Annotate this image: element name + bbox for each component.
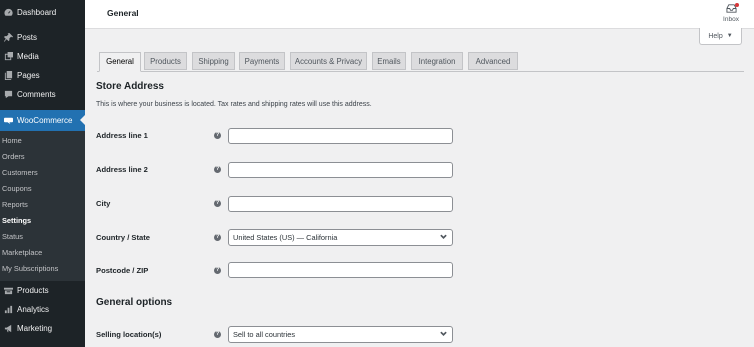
help-tip-icon[interactable]: ? [214,331,221,338]
sidebar-item-label: Media [17,52,39,61]
city-input[interactable] [228,196,453,212]
select-value: United States (US) — California [233,233,338,242]
caret-down-icon: ▼ [726,33,733,39]
label-country-state: Country / State [96,233,151,242]
submenu-item-my-subscriptions[interactable]: My Subscriptions [0,261,85,277]
submenu-item-coupons[interactable]: Coupons [0,181,85,197]
tab-shipping[interactable]: Shipping [192,52,235,70]
label-postcode-zip: Postcode / ZIP [96,266,149,275]
help-tip-icon[interactable]: ? [214,166,221,173]
chevron-down-icon [440,230,447,245]
postcode-zip-input[interactable] [228,262,453,278]
sidebar-item-label: WooCommerce [17,116,73,125]
submenu-item-customers[interactable]: Customers [0,165,85,181]
label-selling-locations: Selling location(s) [96,330,162,339]
help-tip-icon[interactable]: ? [214,132,221,139]
help-tip-icon[interactable]: ? [214,200,221,207]
analytics-icon [3,305,13,315]
page-header: General Inbox [85,0,754,29]
sidebar-item-dashboard[interactable]: Dashboard [0,3,85,22]
sidebar-item-label: Dashboard [17,8,57,17]
tab-general[interactable]: General [99,52,141,72]
help-tip-icon[interactable]: ? [214,267,221,274]
woocommerce-icon [3,116,13,126]
tab-payments[interactable]: Payments [239,52,285,70]
tab-emails[interactable]: Emails [372,52,406,70]
section-title-general-options: General options [96,297,173,308]
sidebar-item-label: Analytics [17,305,50,314]
megaphone-icon [3,324,13,334]
submenu-item-settings[interactable]: Settings [0,213,85,229]
country-state-select[interactable]: United States (US) — California [228,229,453,246]
help-button[interactable]: Help ▼ [699,28,742,45]
label-city: City [96,199,111,208]
address-line-1-input[interactable] [228,128,453,144]
sidebar-item-label: Marketing [17,324,53,333]
submenu-item-marketplace[interactable]: Marketplace [0,245,85,261]
section-description: This is where your business is located. … [96,101,372,108]
address-line-2-input[interactable] [228,162,453,178]
sidebar-item-marketing[interactable]: Marketing [0,319,85,338]
selling-locations-select[interactable]: Sell to all countries [228,326,453,343]
tab-products[interactable]: Products [144,52,187,70]
inbox-label: Inbox [723,16,739,23]
inbox-button[interactable]: Inbox [720,3,742,23]
submenu-item-reports[interactable]: Reports [0,197,85,213]
sidebar-item-posts[interactable]: Posts [0,28,85,47]
label-address-line-1: Address line 1 [96,131,148,140]
admin-sidebar: Dashboard Posts Media Pages Comments Woo… [0,0,85,347]
dashboard-icon [3,8,13,18]
tab-advanced[interactable]: Advanced [468,52,518,70]
products-icon [3,286,13,296]
chevron-down-icon [440,327,447,342]
sidebar-item-label: Pages [17,71,40,80]
sidebar-item-products[interactable]: Products [0,281,85,300]
help-label: Help [708,32,723,40]
sidebar-item-woocommerce[interactable]: WooCommerce [0,110,85,131]
submenu-item-status[interactable]: Status [0,229,85,245]
section-title-store-address: Store Address [96,81,164,92]
sidebar-item-label: Posts [17,33,38,42]
sidebar-item-analytics[interactable]: Analytics [0,300,85,319]
sidebar-item-label: Comments [17,90,56,99]
sidebar-item-comments[interactable]: Comments [0,85,85,104]
submenu-item-orders[interactable]: Orders [0,149,85,165]
settings-tabs: General Products Shipping Payments Accou… [97,52,744,72]
comment-icon [3,90,13,100]
sidebar-item-media[interactable]: Media [0,47,85,66]
pin-icon [3,33,13,43]
sidebar-item-pages[interactable]: Pages [0,66,85,85]
tab-accounts-privacy[interactable]: Accounts & Privacy [290,52,367,70]
select-value: Sell to all countries [233,330,296,339]
woocommerce-submenu: Home Orders Customers Coupons Reports Se… [0,131,85,281]
page-title: General [107,8,139,18]
tab-integration[interactable]: Integration [411,52,463,70]
submenu-item-home[interactable]: Home [0,133,85,149]
sidebar-item-label: Products [17,286,49,295]
label-address-line-2: Address line 2 [96,165,148,174]
notification-dot [735,3,739,7]
pages-icon [3,71,13,81]
media-icon [3,52,13,62]
help-tip-icon[interactable]: ? [214,234,221,241]
